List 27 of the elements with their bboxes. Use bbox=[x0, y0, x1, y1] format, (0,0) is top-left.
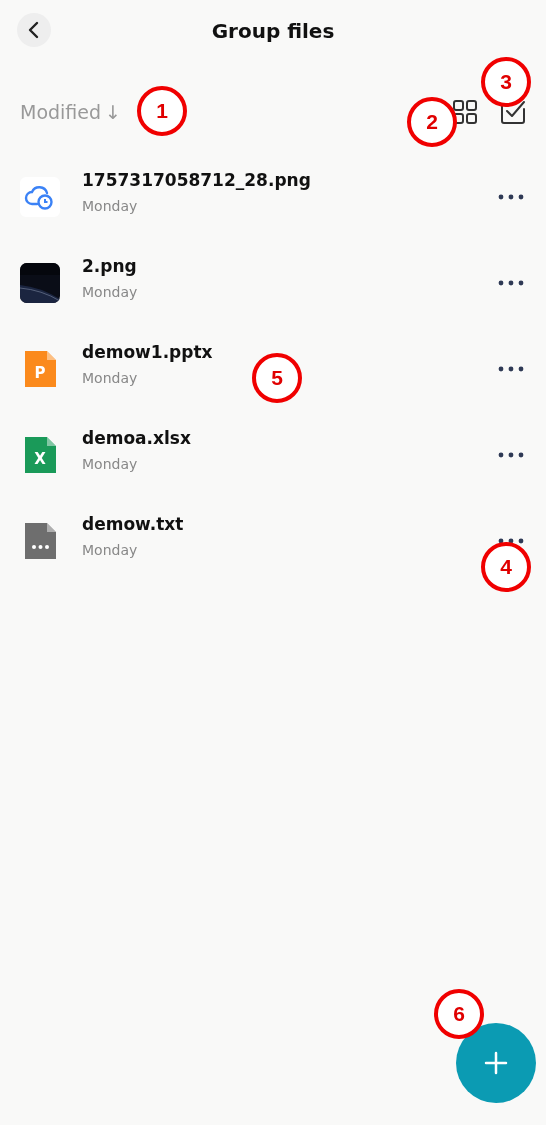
file-date: Monday bbox=[82, 542, 138, 558]
back-button[interactable] bbox=[17, 13, 51, 47]
file-name[interactable]: 1757317058712_28.png bbox=[82, 170, 311, 190]
more-icon[interactable] bbox=[498, 194, 524, 200]
callout-number: 5 bbox=[252, 353, 302, 403]
callout-number: 6 bbox=[434, 989, 484, 1039]
page-title: Group files bbox=[211, 19, 335, 43]
back-icon bbox=[27, 21, 41, 39]
more-icon[interactable] bbox=[498, 538, 524, 544]
file-date: Monday bbox=[82, 370, 138, 386]
more-icon[interactable] bbox=[498, 280, 524, 286]
file-name[interactable]: 2.png bbox=[82, 256, 137, 276]
more-icon[interactable] bbox=[498, 366, 524, 372]
file-name[interactable]: demow1.pptx bbox=[82, 342, 213, 362]
callout-number: 4 bbox=[481, 542, 531, 592]
file-date: Monday bbox=[82, 456, 138, 472]
file-name[interactable]: demoa.xlsx bbox=[82, 428, 191, 448]
callout-number: 1 bbox=[137, 86, 187, 136]
callout-number: 2 bbox=[407, 97, 457, 147]
file-name[interactable]: demow.txt bbox=[82, 514, 184, 534]
cloud-clock-icon bbox=[20, 177, 60, 217]
more-icon[interactable] bbox=[498, 452, 524, 458]
file-date: Monday bbox=[82, 198, 138, 214]
callout-number: 3 bbox=[481, 57, 531, 107]
file-date: Monday bbox=[82, 284, 138, 300]
grid-view-icon[interactable] bbox=[452, 99, 478, 125]
plus-icon bbox=[484, 1051, 508, 1075]
